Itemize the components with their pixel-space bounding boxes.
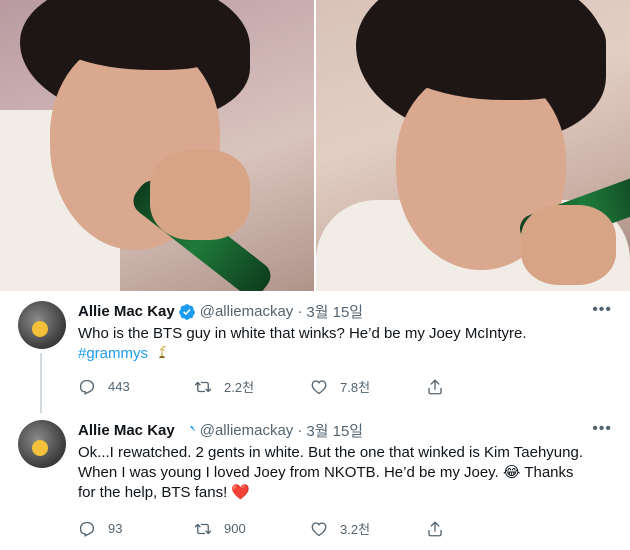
avatar-sticker: [32, 321, 48, 337]
separator-dot: ·: [297, 422, 303, 439]
tweet-text-line-3: for the help, BTS fans!: [78, 484, 228, 501]
tweet-text-body: Who is the BTS guy in white that winks? …: [78, 325, 527, 342]
tweet-text-line-1: Ok...I rewatched. 2 gents in white. But …: [78, 444, 584, 461]
tweet-date[interactable]: 3월 15일: [306, 301, 363, 322]
tweet-date[interactable]: 3월 15일: [306, 420, 363, 441]
handle[interactable]: @alliemackay: [200, 303, 294, 320]
like-count: 3.2천: [340, 522, 371, 537]
photo-hand: [150, 150, 250, 240]
like-count: 7.8천: [340, 380, 371, 395]
retweet-count: 2.2천: [224, 380, 255, 395]
tweet-1[interactable]: Allie Mac Kay @alliemackay · 3월 15일 ••• …: [0, 291, 630, 413]
heart-emoji-icon: ❤️: [231, 484, 251, 501]
tweet-header: Allie Mac Kay @alliemackay · 3월 15일: [78, 301, 363, 322]
share-icon: [428, 521, 442, 536]
reply-button[interactable]: 93: [78, 520, 194, 538]
grammy-icon: [159, 346, 166, 358]
tweet-text: Ok...I rewatched. 2 gents in white. But …: [78, 443, 613, 503]
reply-icon: [79, 379, 95, 395]
hashtag-link[interactable]: #grammys: [78, 345, 148, 362]
handle[interactable]: @alliemackay: [200, 422, 294, 439]
like-button[interactable]: 3.2천: [310, 519, 426, 538]
more-icon[interactable]: •••: [592, 420, 612, 438]
verified-badge-icon: [182, 425, 195, 434]
reply-count: 443: [108, 379, 130, 394]
tweet-media[interactable]: [0, 0, 630, 291]
photo-hand: [521, 205, 616, 285]
like-icon: [311, 379, 327, 394]
display-name[interactable]: Allie Mac Kay: [78, 422, 175, 439]
laughing-emoji-icon: 😂: [502, 464, 521, 481]
avatar[interactable]: [18, 301, 66, 349]
media-photo-left[interactable]: [0, 0, 314, 291]
separator-dot: ·: [297, 303, 303, 320]
display-name[interactable]: Allie Mac Kay: [78, 303, 175, 320]
retweet-button[interactable]: 2.2천: [194, 377, 310, 396]
reply-button[interactable]: 443: [78, 378, 194, 396]
avatar-sticker: [32, 440, 48, 456]
more-icon[interactable]: •••: [592, 301, 612, 319]
tweet-text: Who is the BTS guy in white that winks? …: [78, 324, 613, 364]
tweet-header: Allie Mac Kay @alliemackay · 3월 15일: [78, 420, 363, 441]
retweet-icon: [194, 523, 212, 534]
share-icon: [428, 379, 442, 394]
verified-badge-icon: [178, 303, 195, 320]
reply-icon: [79, 521, 95, 537]
avatar[interactable]: [18, 420, 66, 468]
tweet-text-line-2: When I was young I loved Joey from NKOTB…: [78, 464, 499, 481]
tweet-2[interactable]: Allie Mac Kay @alliemackay · 3월 15일 ••• …: [0, 410, 630, 550]
tweet-actions: 443 2.2천 7.8천: [78, 377, 538, 396]
like-button[interactable]: 7.8천: [310, 377, 426, 396]
share-button[interactable]: [426, 378, 456, 396]
media-photo-right[interactable]: [316, 0, 630, 291]
like-icon: [311, 521, 327, 536]
thread-line: [40, 353, 42, 413]
retweet-count: 900: [224, 521, 246, 536]
retweet-button[interactable]: 900: [194, 520, 310, 538]
reply-count: 93: [108, 521, 123, 536]
retweet-icon: [194, 381, 212, 392]
share-button[interactable]: [426, 520, 456, 538]
tweet-actions: 93 900 3.2천: [78, 519, 538, 538]
tweet-text-line-2-end: Thanks: [520, 464, 574, 481]
